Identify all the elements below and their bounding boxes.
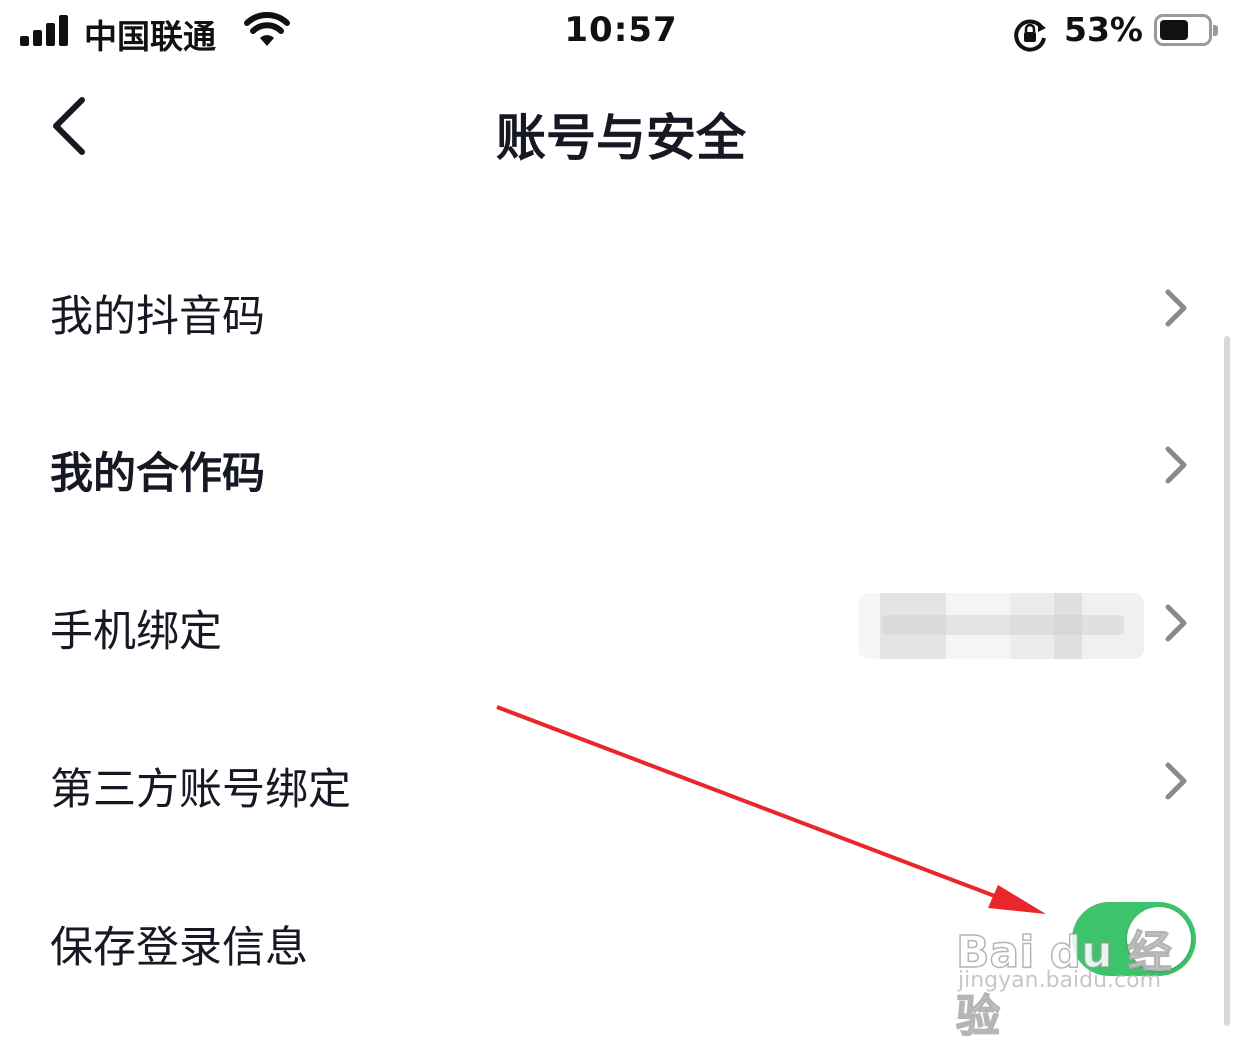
masked-phone-number	[858, 593, 1144, 659]
list-item-label: 手机绑定	[50, 607, 222, 657]
list-item-save-login-info: 保存登录信息	[0, 865, 1242, 1015]
list-item-cooperation-code[interactable]: 我的合作码	[0, 391, 1242, 541]
page-title: 账号与安全	[496, 109, 746, 167]
list-item-label: 我的合作码	[50, 449, 265, 499]
chevron-right-icon	[1165, 289, 1187, 327]
status-time: 10:57	[564, 10, 678, 50]
toggle-knob	[1127, 907, 1191, 971]
save-login-toggle[interactable]	[1072, 902, 1196, 976]
rotation-lock-icon	[1014, 19, 1046, 52]
nav-bar: 账号与安全	[0, 64, 1242, 190]
battery-percent: 53%	[1064, 10, 1143, 49]
list-item-third-party-binding[interactable]: 第三方账号绑定	[0, 707, 1242, 857]
list-item-label: 保存登录信息	[50, 923, 308, 973]
battery-icon	[1154, 14, 1218, 46]
scrollbar[interactable]	[1224, 336, 1230, 1026]
list-item-label: 第三方账号绑定	[50, 765, 351, 815]
list-item-label: 我的抖音码	[50, 292, 265, 342]
chevron-right-icon	[1165, 762, 1187, 800]
list-item-douyin-code[interactable]: 我的抖音码	[0, 234, 1242, 384]
chevron-right-icon	[1165, 604, 1187, 642]
status-bar: 中国联通 10:57 53%	[0, 0, 1242, 64]
chevron-right-icon	[1165, 446, 1187, 484]
